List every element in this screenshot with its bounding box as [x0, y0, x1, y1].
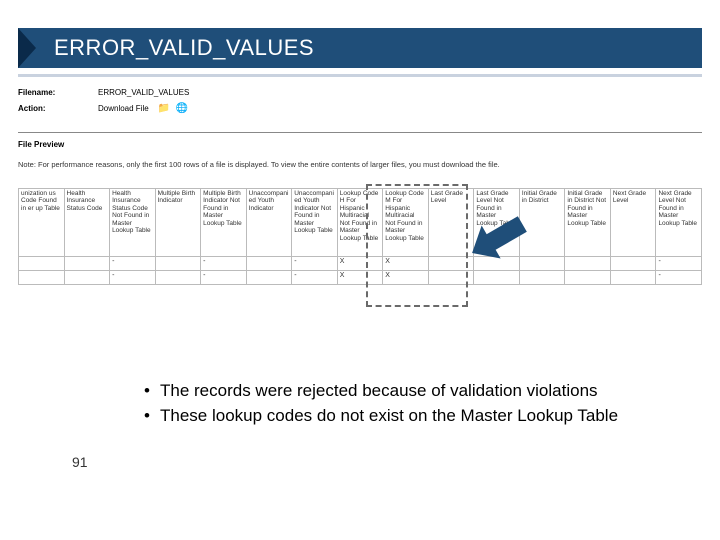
preview-table: unization us Code Found in er up TableHe… [18, 188, 702, 285]
table-cell [19, 257, 65, 271]
title-underline [18, 74, 702, 77]
column-header: Multiple Birth Indicator Not Found in Ma… [201, 189, 247, 257]
table-cell [246, 257, 292, 271]
column-header: Initial Grade in District Not Found in M… [565, 189, 611, 257]
table-cell [19, 271, 65, 285]
table-cell: - [656, 257, 702, 271]
file-preview-label: File Preview [18, 140, 64, 149]
table-cell [565, 257, 611, 271]
table-cell: X [383, 257, 429, 271]
folder-icon[interactable]: 📁 [157, 101, 171, 115]
title-wedge-icon [18, 28, 36, 68]
slide-title: ERROR_VALID_VALUES [54, 35, 314, 61]
table-cell [428, 271, 474, 285]
action-label: Action: [18, 104, 98, 113]
action-row: Action: Download File 📁 🌐 [18, 101, 189, 115]
table-cell [610, 257, 656, 271]
column-header: Next Grade Level Not Found in Master Loo… [656, 189, 702, 257]
filename-value: ERROR_VALID_VALUES [98, 88, 189, 97]
table-cell [428, 257, 474, 271]
title-bar: ERROR_VALID_VALUES [18, 28, 702, 68]
bullet-item: These lookup codes do not exist on the M… [140, 405, 660, 428]
table-cell [474, 257, 520, 271]
table-cell: - [201, 257, 247, 271]
table-cell [155, 257, 201, 271]
page-number: 91 [72, 454, 88, 470]
table-row: ---XX- [19, 271, 702, 285]
table-cell [64, 257, 110, 271]
column-header: Lookup Code H For Hispanic Multiracial N… [337, 189, 383, 257]
table-cell: X [337, 257, 383, 271]
column-header: Last Grade Level [428, 189, 474, 257]
column-header: Health Insurance Status Code [64, 189, 110, 257]
column-header: Lookup Code M For Hispanic Multiracial N… [383, 189, 429, 257]
table-cell [519, 257, 565, 271]
table-cell [246, 271, 292, 285]
column-header: Unaccompanied Youth Indicator Not Found … [292, 189, 338, 257]
filename-row: Filename: ERROR_VALID_VALUES [18, 88, 189, 97]
table-cell: - [292, 271, 338, 285]
section-divider [18, 132, 702, 133]
column-header: Multiple Birth Indicator [155, 189, 201, 257]
file-detail-area: Filename: ERROR_VALID_VALUES Action: Dow… [18, 88, 189, 119]
bullet-list: The records were rejected because of val… [140, 380, 660, 430]
table-cell: - [110, 271, 156, 285]
table-row: ---XX- [19, 257, 702, 271]
note-text: Note: For performance reasons, only the … [18, 160, 702, 169]
column-header: Next Grade Level [610, 189, 656, 257]
column-header: Unaccompanied Youth Indicator [246, 189, 292, 257]
table-cell: - [110, 257, 156, 271]
table-cell: X [383, 271, 429, 285]
bullet-item: The records were rejected because of val… [140, 380, 660, 403]
column-header: unization us Code Found in er up Table [19, 189, 65, 257]
table-cell: X [337, 271, 383, 285]
table-cell [519, 271, 565, 285]
table-cell [565, 271, 611, 285]
column-header: Health Insurance Status Code Not Found i… [110, 189, 156, 257]
column-header: Last Grade Level Not Found in Master Loo… [474, 189, 520, 257]
table-cell [474, 271, 520, 285]
column-header: Initial Grade in District [519, 189, 565, 257]
filename-label: Filename: [18, 88, 98, 97]
globe-icon[interactable]: 🌐 [175, 101, 189, 115]
table-cell: - [656, 271, 702, 285]
table-cell [610, 271, 656, 285]
action-value: Download File [98, 104, 149, 113]
table-cell [64, 271, 110, 285]
table-cell: - [292, 257, 338, 271]
table-cell: - [201, 271, 247, 285]
table-cell [155, 271, 201, 285]
